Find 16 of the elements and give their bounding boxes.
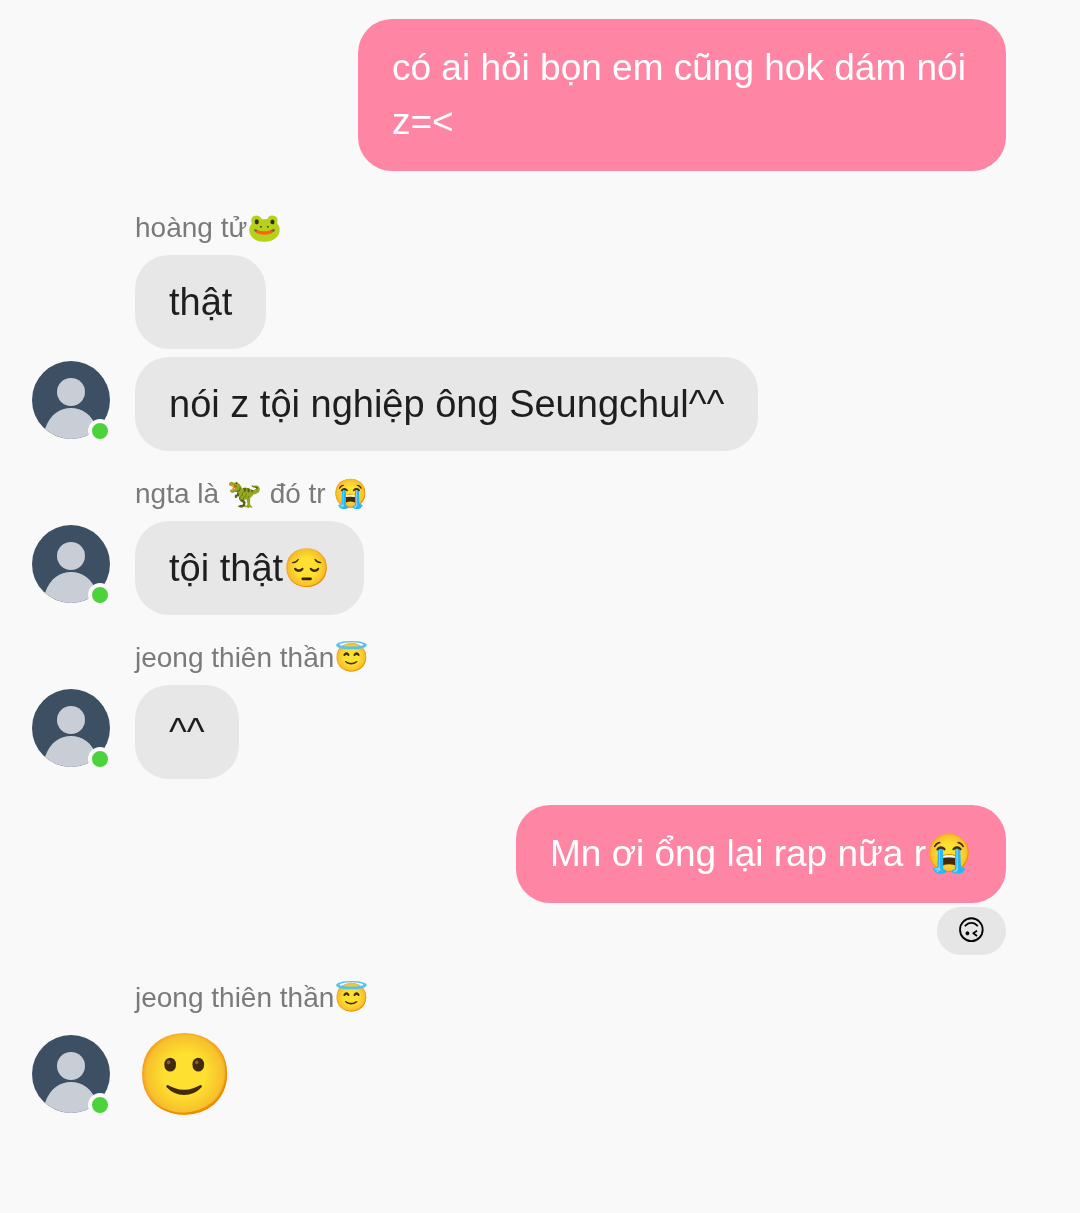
emoji-message: 🙂 (135, 1027, 235, 1123)
avatar-icon[interactable] (32, 525, 110, 603)
sender-name: hoàng tử🐸 (135, 211, 284, 245)
sender-name: jeong thiên thần😇 (135, 981, 371, 1015)
reaction-badge[interactable]: 🙃 (936, 907, 1006, 955)
avatar-icon[interactable] (32, 361, 110, 439)
received-message-bubble: thật (135, 255, 267, 349)
received-message-bubble: tội thật😔 (135, 521, 365, 615)
avatar-icon[interactable] (32, 689, 110, 767)
sent-message-bubble: có ai hỏi bọn em cũng hok dám nói z=< (358, 19, 1006, 171)
received-message-bubble: ^^ (135, 685, 239, 779)
sender-name: jeong thiên thần😇 (135, 641, 371, 675)
sender-name: ngta là 🦖 đó tr 😭 (135, 477, 370, 511)
received-message-bubble: nói z tội nghiệp ông Seungchul^^ (135, 357, 759, 451)
avatar-icon[interactable] (32, 1035, 110, 1113)
sent-message-bubble: Mn ơi ổng lại rap nữa r😭 (515, 805, 1006, 903)
